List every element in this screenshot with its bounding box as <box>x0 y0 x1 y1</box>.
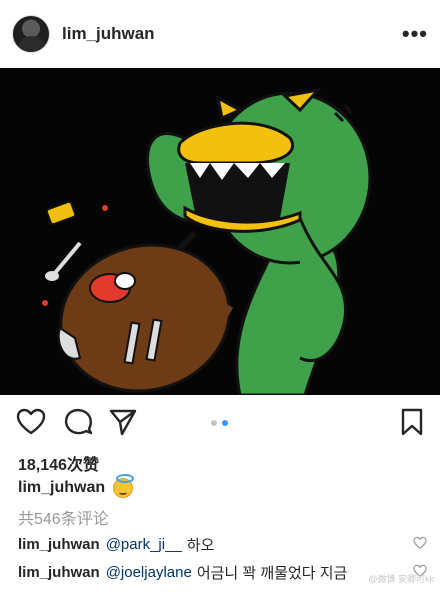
heart-icon[interactable] <box>16 407 46 437</box>
carousel-dot-2-active <box>222 420 228 426</box>
caption: lim_juhwan <box>18 474 135 498</box>
comment-mention[interactable]: @park_ji__ <box>106 536 182 553</box>
comment-row: lim_juhwan @park_ji__ 하오 <box>18 534 433 555</box>
caption-username[interactable]: lim_juhwan <box>18 479 105 497</box>
likes-count[interactable]: 18,146次赞 <box>18 451 99 475</box>
share-icon[interactable] <box>108 407 138 437</box>
post-header: lim_juhwan ••• <box>0 0 440 68</box>
more-options-icon[interactable]: ••• <box>402 21 428 47</box>
carousel-indicator <box>211 420 228 426</box>
comment-text: 어금니 꽉 깨물었다 지금 <box>196 565 348 582</box>
view-all-comments-link[interactable]: 共546条评论 <box>18 505 109 529</box>
carousel-dot-1 <box>211 420 217 426</box>
post-image[interactable] <box>0 68 440 395</box>
action-bar <box>0 395 440 451</box>
cartoon-illustration <box>42 87 372 395</box>
comment-icon[interactable] <box>63 407 93 437</box>
comment-mention[interactable]: @joeljaylane <box>106 564 192 581</box>
comment-like-icon[interactable] <box>413 536 427 550</box>
smiling-face-with-halo-icon <box>113 474 135 498</box>
bookmark-icon[interactable] <box>397 407 427 437</box>
comment-text: 하오 <box>186 537 215 554</box>
comment-username[interactable]: lim_juhwan <box>18 536 100 553</box>
header-username[interactable]: lim_juhwan <box>62 24 155 44</box>
user-avatar[interactable] <box>12 15 50 53</box>
watermark: @微博 安卿可kk <box>368 574 434 584</box>
comment-username[interactable]: lim_juhwan <box>18 564 100 581</box>
